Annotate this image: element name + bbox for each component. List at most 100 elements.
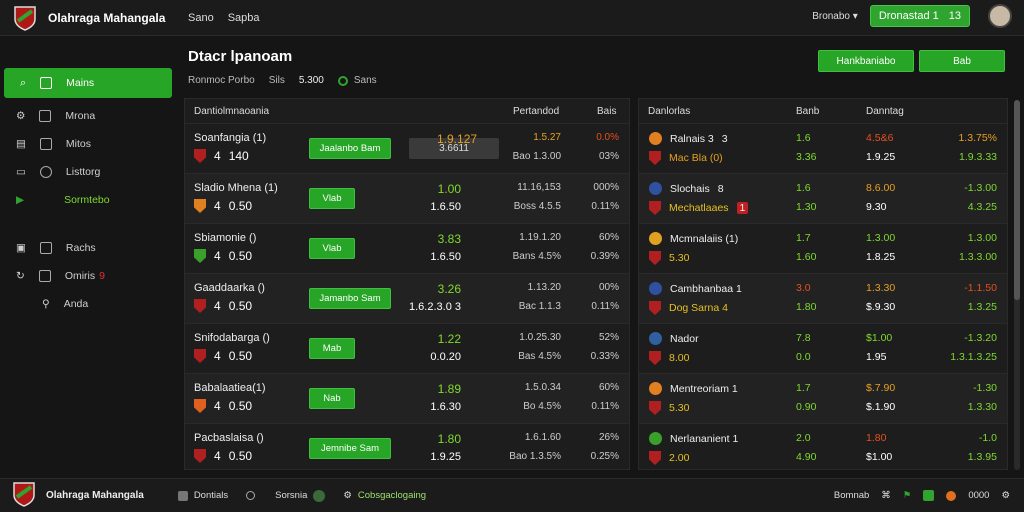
sidebar-item-mrona[interactable]: ⚙ Mrona bbox=[0, 102, 178, 130]
odds-value[interactable]: 1.3.30 bbox=[866, 282, 895, 294]
footer-item-1[interactable]: Dontials bbox=[177, 490, 228, 502]
odds-value[interactable]: 0.0 bbox=[796, 351, 811, 363]
odds-value[interactable]: 0.90 bbox=[796, 401, 816, 413]
bet-button[interactable]: Jamanbo Sam bbox=[309, 288, 391, 309]
bet-button[interactable]: Vlab bbox=[309, 238, 355, 259]
footer-item-3[interactable]: ⚙ Cobsgaclogaing bbox=[343, 490, 426, 502]
sidebar-item-mitos[interactable]: ▤ Mitos bbox=[0, 130, 178, 158]
odds-value[interactable]: 4.5&6 bbox=[866, 132, 893, 144]
sidebar-item-mains[interactable]: ⌕ Mains bbox=[4, 68, 172, 98]
sidebar-item-anda[interactable]: ⚲ Anda bbox=[0, 290, 178, 318]
odds-value[interactable]: 1.9.25 bbox=[866, 151, 895, 163]
odds-row[interactable]: Nador 8.00 7.8 0.0 $1.00 1.95 -1.3.20 1.3.1.3.2… bbox=[639, 323, 1007, 373]
odds-value[interactable]: 1.3.1.3.25 bbox=[950, 351, 997, 363]
odds-value[interactable]: 1.60 bbox=[796, 251, 816, 263]
scrollbar-thumb[interactable] bbox=[1014, 100, 1020, 300]
odds-row[interactable]: Cambhanbaa 1 Dog Sarna 4 3.0 1.80 1.3.30 $.9.… bbox=[639, 273, 1007, 323]
odds-value[interactable]: 1.7 bbox=[796, 382, 811, 394]
odds-primary[interactable]: 1.22 bbox=[437, 332, 461, 346]
odds-value[interactable]: -1.3.00 bbox=[964, 182, 997, 194]
odds-value[interactable]: $1.00 bbox=[866, 332, 892, 344]
odds-value[interactable]: 9.30 bbox=[866, 201, 886, 213]
odds-value[interactable]: 1.8.25 bbox=[866, 251, 895, 263]
odds-value[interactable]: 1.3.00 bbox=[968, 232, 997, 244]
odds-value[interactable]: 1.30 bbox=[796, 201, 816, 213]
table-row[interactable]: Babalaatiea(1) 4 0.50 Nab 1.89 1.6.30 1.5.0.34… bbox=[185, 373, 629, 423]
sub-filter-2[interactable]: Sils bbox=[269, 75, 285, 86]
odds-value[interactable]: 7.8 bbox=[796, 332, 811, 344]
table-row[interactable]: Gaaddaarka () 4 0.50 Jamanbo Sam 3.26 1.6.2.3… bbox=[185, 273, 629, 323]
odds-row[interactable]: Mentreoriam 1 5.30 1.7 0.90 $.7.90 $.1.90 -1.3… bbox=[639, 373, 1007, 423]
odds-value[interactable]: $.7.90 bbox=[866, 382, 895, 394]
odds-value[interactable]: $.1.90 bbox=[866, 401, 895, 413]
odds-row[interactable]: Ralnais 3 3 Mac Bla (0) 1.6 3.36 4.5&6 1.9.25 1… bbox=[639, 123, 1007, 173]
odds-primary[interactable]: 1.80 bbox=[437, 432, 461, 446]
odds-value[interactable]: $1.00 bbox=[866, 451, 892, 463]
sidebar-item-omiris[interactable]: ↻ Omiris 9 bbox=[0, 262, 178, 290]
table-row[interactable]: Sbiamonie () 4 0.50 Vlab 3.83 1.6.50 1.19.1.20… bbox=[185, 223, 629, 273]
share-icon[interactable]: ⌘ bbox=[881, 490, 891, 501]
odds-value[interactable]: -1.1.50 bbox=[964, 282, 997, 294]
check-icon[interactable] bbox=[923, 490, 935, 501]
bet-button[interactable]: Nab bbox=[309, 388, 355, 409]
table-row[interactable]: Pacbaslaisa () 4 0.50 Jemnibe Sam 1.80 1.9.25… bbox=[185, 423, 629, 473]
sub-filter-1[interactable]: Ronmoc Porbo bbox=[188, 75, 255, 86]
footer-right-label[interactable]: Bomnab bbox=[834, 490, 869, 501]
sidebar-item-listtorg[interactable]: ▭ Listtorg bbox=[0, 158, 178, 186]
bet-button[interactable]: Vlab bbox=[309, 188, 355, 209]
bet-button[interactable]: Mab bbox=[309, 338, 355, 359]
table-row[interactable]: Snifodabarga () 4 0.50 Mab 1.22 0.0.20 1.0.25.… bbox=[185, 323, 629, 373]
settings-icon[interactable]: ⚙ bbox=[1001, 490, 1010, 501]
odds-value[interactable]: 1.95 bbox=[866, 351, 886, 363]
sub-filter-3[interactable]: 5.300 bbox=[299, 75, 324, 86]
odds-value[interactable]: -1.30 bbox=[973, 382, 997, 394]
odds-value[interactable]: 3.0 bbox=[796, 282, 811, 294]
odds-value[interactable]: 1.3.00 bbox=[866, 232, 895, 244]
odds-value[interactable]: 4.90 bbox=[796, 451, 816, 463]
odds-value[interactable]: 1.3.25 bbox=[968, 301, 997, 313]
odds-value[interactable]: 1.80 bbox=[796, 301, 816, 313]
odds-primary[interactable]: 1.89 bbox=[437, 382, 461, 396]
odds-value[interactable]: 4.3.25 bbox=[968, 201, 997, 213]
odds-primary[interactable]: 1.9.127 bbox=[437, 132, 477, 146]
odds-value[interactable]: 1.6 bbox=[796, 132, 811, 144]
bet-button[interactable]: Jaalanbo Bam bbox=[309, 138, 391, 159]
odds-value[interactable]: 1.3.3.00 bbox=[959, 251, 997, 263]
odds-value[interactable]: 1.6 bbox=[796, 182, 811, 194]
odds-row[interactable]: Nerlananient 1 2.00 2.0 4.90 1.80 $1.00 -1.0 1.… bbox=[639, 423, 1007, 473]
odds-value[interactable]: 1.9.3.33 bbox=[959, 151, 997, 163]
odds-value[interactable]: 1.3.75% bbox=[958, 132, 997, 144]
live-indicator[interactable]: Sans bbox=[337, 75, 377, 86]
flag-icon[interactable]: ⚑ bbox=[903, 490, 912, 501]
odds-row[interactable]: Mcmnalaiis (1) 5.30 1.7 1.60 1.3.00 1.8.25 1.3… bbox=[639, 223, 1007, 273]
header-button-1[interactable]: Hankbaniabo bbox=[818, 50, 914, 72]
odds-value[interactable]: 1.3.30 bbox=[968, 401, 997, 413]
odds-value[interactable]: -1.3.20 bbox=[964, 332, 997, 344]
odds-value[interactable]: $.9.30 bbox=[866, 301, 895, 313]
odds-primary[interactable]: 3.83 bbox=[437, 232, 461, 246]
odds-value[interactable]: 1.80 bbox=[866, 432, 886, 444]
balance-button[interactable]: Dronastad 1 13 bbox=[869, 5, 970, 27]
bet-button[interactable]: Jemnibe Sam bbox=[309, 438, 391, 459]
avatar[interactable] bbox=[988, 4, 1012, 28]
odds-primary[interactable]: 3.26 bbox=[437, 282, 461, 296]
topnav-item-2[interactable]: Sapba bbox=[228, 12, 260, 24]
app-logo[interactable] bbox=[12, 5, 38, 31]
scrollbar[interactable] bbox=[1014, 100, 1020, 470]
sidebar-item-sormtebo[interactable]: ▶ Sormtebo bbox=[0, 186, 178, 214]
odds-value[interactable]: 3.36 bbox=[796, 151, 816, 163]
top-dropdown[interactable]: Bronabo ▾ bbox=[812, 11, 858, 22]
header-button-2[interactable]: Bab bbox=[919, 50, 1005, 72]
odds-primary[interactable]: 1.00 bbox=[437, 182, 461, 196]
table-row[interactable]: Soanfangia (1) 4 140 Jaalanbo Bam 3.6611 1.9.… bbox=[185, 123, 629, 173]
odds-value[interactable]: 8.6.00 bbox=[866, 182, 895, 194]
odds-value[interactable]: 1.7 bbox=[796, 232, 811, 244]
sidebar-item-rachs[interactable]: ▣ Rachs bbox=[0, 234, 178, 262]
table-row[interactable]: Sladio Mhena (1) 4 0.50 Vlab 1.00 1.6.50 11.16… bbox=[185, 173, 629, 223]
odds-value[interactable]: -1.0 bbox=[979, 432, 997, 444]
footer-item-2[interactable]: Sorsnia bbox=[246, 489, 326, 502]
odds-value[interactable]: 1.3.95 bbox=[968, 451, 997, 463]
odds-row[interactable]: Slochais 8 Mechatlaaes 1 1.6 1.30 8.6.00 9.30 -1… bbox=[639, 173, 1007, 223]
odds-value[interactable]: 2.0 bbox=[796, 432, 811, 444]
topnav-item-1[interactable]: Sano bbox=[188, 12, 214, 24]
